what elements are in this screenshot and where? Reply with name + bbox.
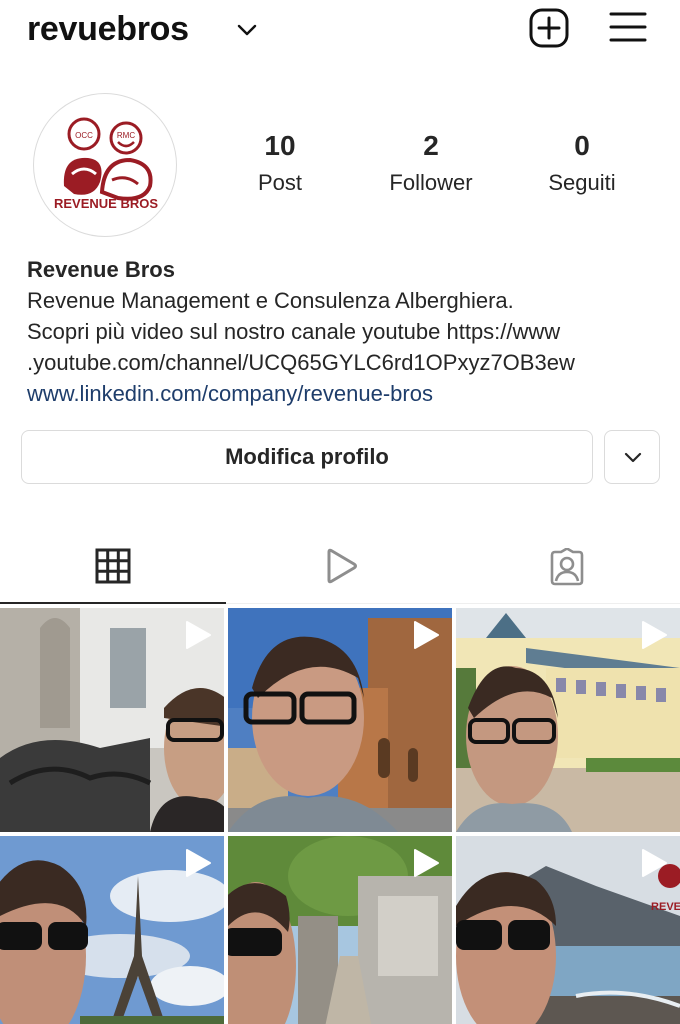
video-play-icon [642, 621, 667, 649]
stat-posts-label: Post [257, 170, 303, 195]
top-bar: revuebros [0, 0, 680, 62]
menu-icon[interactable] [609, 10, 647, 44]
video-play-icon [414, 621, 439, 649]
post-thumbnail[interactable] [0, 836, 224, 1024]
video-play-icon [414, 849, 439, 877]
tagged-person-icon [550, 548, 584, 586]
post-thumbnail[interactable] [228, 608, 452, 832]
video-play-icon [186, 621, 211, 649]
post-thumbnail[interactable]: REVEN [456, 836, 680, 1024]
profile-name: Revenue Bros [27, 257, 175, 282]
stat-followers-label: Follower [389, 170, 473, 195]
svg-text:RMC: RMC [117, 131, 135, 140]
bio-line[interactable]: .youtube.com/channel/UCQ65GYLC6rd1OPxyz7… [27, 347, 667, 378]
stat-followers[interactable]: 2 Follower [361, 130, 501, 196]
svg-text:REVEN: REVEN [651, 901, 680, 913]
reels-play-icon [327, 548, 357, 584]
stat-followers-value: 2 [423, 130, 439, 161]
stat-posts-value: 10 [264, 130, 296, 161]
posts-grid: REVEN [0, 608, 680, 1024]
svg-text:REVENUE BROS: REVENUE BROS [54, 196, 158, 211]
username-title[interactable]: revuebros [27, 10, 189, 49]
bio-line[interactable]: Scopri più video sul nostro canale youtu… [27, 316, 667, 347]
stat-following[interactable]: 0 Seguiti [512, 130, 652, 196]
suggestions-toggle-button[interactable] [604, 430, 660, 484]
stat-posts[interactable]: 10 Post [210, 130, 350, 196]
profile-avatar[interactable]: OCC RMC REVENUE BROS [33, 93, 177, 237]
profile-bio: Revenue Bros Revenue Management e Consul… [27, 254, 667, 409]
content-tabs [0, 532, 680, 604]
chevron-down-icon [624, 452, 642, 463]
svg-text:OCC: OCC [75, 131, 93, 140]
stat-following-label: Seguiti [548, 170, 616, 195]
video-play-icon [186, 849, 211, 877]
website-link[interactable]: www.linkedin.com/company/revenue-bros [27, 378, 667, 409]
tab-posts-grid[interactable] [0, 532, 226, 604]
edit-profile-button[interactable]: Modifica profilo [21, 430, 593, 484]
video-play-icon [642, 849, 667, 877]
grid-icon [95, 548, 131, 584]
bio-line: Revenue Management e Consulenza Alberghi… [27, 288, 514, 313]
post-thumbnail[interactable] [456, 608, 680, 832]
new-post-icon[interactable] [528, 7, 570, 49]
revenue-bros-logo: OCC RMC REVENUE BROS [54, 117, 158, 211]
tab-reels[interactable] [227, 532, 453, 604]
post-thumbnail[interactable] [0, 608, 224, 832]
post-thumbnail[interactable] [228, 836, 452, 1024]
stat-following-value: 0 [574, 130, 590, 161]
tab-tagged[interactable] [454, 532, 680, 604]
chevron-down-icon[interactable] [236, 22, 258, 38]
